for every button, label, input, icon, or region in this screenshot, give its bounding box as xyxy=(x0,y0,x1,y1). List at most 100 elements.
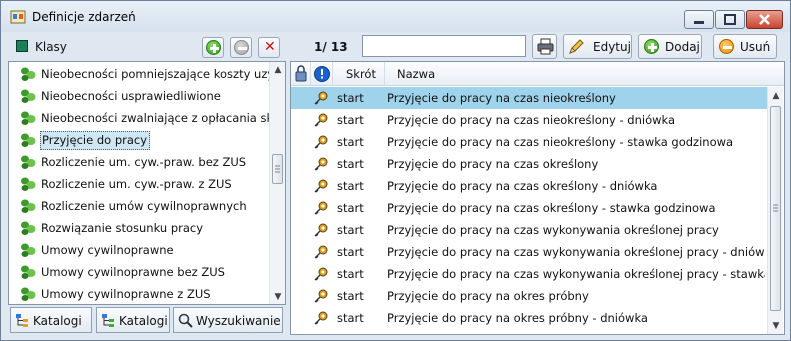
leaf-icon xyxy=(19,198,37,214)
classes-scrollbar[interactable]: ▲ ▼ xyxy=(269,62,285,304)
table-row[interactable]: start Przyjęcie do pracy na czas nieokreś… xyxy=(291,131,767,153)
tab-label: Katalogi xyxy=(33,314,82,328)
event-key-icon xyxy=(313,200,329,216)
class-list-item[interactable]: Nieobecności pomniejszające koszty uzysk xyxy=(9,63,269,85)
scroll-up-icon[interactable]: ▲ xyxy=(273,65,283,75)
cell-nazwa: Przyjęcie do pracy na czas wykonywania o… xyxy=(387,267,765,281)
class-list-item-label: Przyjęcie do pracy xyxy=(40,131,151,150)
tree-icon xyxy=(16,314,28,327)
app-icon xyxy=(10,10,26,24)
scroll-up-icon[interactable]: ▲ xyxy=(771,91,781,101)
cell-nazwa: Przyjęcie do pracy na czas wykonywania o… xyxy=(387,245,765,259)
table-scrollbar[interactable]: ▲ ▼ xyxy=(767,87,783,334)
delete-button[interactable]: Usuń xyxy=(713,34,777,59)
table-row[interactable]: start Przyjęcie do pracy na okres próbny xyxy=(291,285,767,307)
scroll-thumb[interactable] xyxy=(272,154,283,184)
class-list-item-label: Nieobecności usprawiedliwione xyxy=(41,89,221,103)
cell-skrot: start xyxy=(337,157,364,171)
minimize-icon xyxy=(694,21,704,24)
add-icon xyxy=(206,40,221,55)
class-list-item[interactable]: Rozliczenie umów cywilnoprawnych xyxy=(9,195,269,217)
table-row[interactable]: start Przyjęcie do pracy na czas określon… xyxy=(291,153,767,175)
cell-nazwa: Przyjęcie do pracy na czas wykonywania o… xyxy=(387,223,719,237)
print-button[interactable] xyxy=(532,34,557,59)
class-list-item[interactable]: Nieobecności usprawiedliwione xyxy=(9,85,269,107)
minimize-button[interactable] xyxy=(684,10,714,29)
cell-skrot: start xyxy=(337,311,364,325)
cell-nazwa: Przyjęcie do pracy na okres próbny - dni… xyxy=(387,311,648,325)
class-list-item[interactable]: Rozwiązanie stosunku pracy xyxy=(9,217,269,239)
search-input[interactable] xyxy=(362,35,526,57)
cell-skrot: start xyxy=(337,267,364,281)
scroll-down-icon[interactable]: ▼ xyxy=(273,292,283,302)
add-button[interactable]: Dodaj xyxy=(638,34,702,59)
class-list-item[interactable]: Umowy cywilnoprawne z ZUS xyxy=(9,283,269,304)
delete-icon xyxy=(719,39,734,54)
cell-nazwa: Przyjęcie do pracy na czas nieokreślony … xyxy=(387,113,676,127)
classes-label: Klasy xyxy=(35,40,67,54)
printer-icon xyxy=(537,38,554,55)
grip-icon xyxy=(275,165,280,173)
scroll-down-icon[interactable]: ▼ xyxy=(771,321,781,331)
table-row[interactable]: start Przyjęcie do pracy na czas nieokreś… xyxy=(291,109,767,131)
classes-toolbar: Klasy ✕ xyxy=(8,34,288,60)
class-list-item-label: Nieobecności zwalniające z opłacania skł… xyxy=(41,111,269,125)
tree-icon xyxy=(102,314,114,327)
grip-icon xyxy=(773,204,778,212)
leaf-icon xyxy=(19,110,37,126)
column-header-nazwa[interactable]: Nazwa xyxy=(385,62,784,86)
table-row[interactable]: start Przyjęcie do pracy na czas wykonywa… xyxy=(291,219,767,241)
leaf-icon xyxy=(19,132,37,148)
cell-skrot: start xyxy=(337,135,364,149)
class-list-item-label: Rozwiązanie stosunku pracy xyxy=(41,221,204,235)
leaf-icon xyxy=(19,264,37,280)
cell-nazwa: Przyjęcie do pracy na czas określony - d… xyxy=(387,179,658,193)
remove-class-button[interactable] xyxy=(230,37,252,58)
table-row[interactable]: start Przyjęcie do pracy na czas wykonywa… xyxy=(291,263,767,285)
class-list-item-label: Rozliczenie um. cyw.-praw. bez ZUS xyxy=(41,155,247,169)
cell-skrot: start xyxy=(337,91,364,105)
cell-nazwa: Przyjęcie do pracy na czas określony xyxy=(387,157,599,171)
table-row[interactable]: start Przyjęcie do pracy na okres próbny … xyxy=(291,307,767,329)
window: Definicje zdarzeń Klasy ✕ 1/ 13 Edytuj D… xyxy=(0,0,791,341)
table-row[interactable]: start Przyjęcie do pracy na czas nieokreś… xyxy=(291,87,767,109)
scroll-thumb[interactable] xyxy=(770,106,781,311)
lock-column-header[interactable] xyxy=(291,62,311,86)
table-row[interactable]: start Przyjęcie do pracy na czas określon… xyxy=(291,197,767,219)
maximize-icon xyxy=(724,14,736,25)
cell-nazwa: Przyjęcie do pracy na czas nieokreślony xyxy=(387,91,616,105)
class-list-item[interactable]: Umowy cywilnoprawne xyxy=(9,239,269,261)
add-button-label: Dodaj xyxy=(665,40,700,54)
class-list-item-label: Rozliczenie umów cywilnoprawnych xyxy=(41,199,247,213)
class-list-item-label: Umowy cywilnoprawne xyxy=(41,243,174,257)
info-column-header[interactable] xyxy=(311,62,333,86)
event-key-icon xyxy=(313,156,329,172)
delete-class-button[interactable]: ✕ xyxy=(258,37,280,58)
close-button[interactable] xyxy=(746,10,783,29)
leaf-icon xyxy=(19,154,37,170)
class-list-item[interactable]: Rozliczenie um. cyw.-praw. bez ZUS xyxy=(9,151,269,173)
class-list-item-label: Umowy cywilnoprawne bez ZUS xyxy=(41,265,225,279)
tab-wyszukiwanie[interactable]: Wyszukiwanie xyxy=(173,307,283,333)
class-list-item[interactable]: Rozliczenie um. cyw.-praw. z ZUS xyxy=(9,173,269,195)
maximize-button[interactable] xyxy=(715,10,745,29)
tab-katalogi-1[interactable]: Katalogi xyxy=(10,307,92,333)
magnifier-icon xyxy=(178,313,193,328)
class-list-item[interactable]: Nieobecności zwalniające z opłacania skł… xyxy=(9,107,269,129)
pencil-icon xyxy=(569,39,584,54)
edit-button[interactable]: Edytuj xyxy=(563,34,632,59)
table-row[interactable]: start Przyjęcie do pracy na czas wykonywa… xyxy=(291,241,767,263)
class-list-item[interactable]: Przyjęcie do pracy xyxy=(9,129,269,151)
class-list-item-label: Nieobecności pomniejszające koszty uzysk xyxy=(41,67,269,81)
class-list-item[interactable]: Umowy cywilnoprawne bez ZUS xyxy=(9,261,269,283)
table-row[interactable]: start Przyjęcie do pracy na czas określon… xyxy=(291,175,767,197)
event-key-icon xyxy=(313,112,329,128)
add-class-button[interactable] xyxy=(202,37,224,58)
column-header-skrot[interactable]: Skrót xyxy=(333,62,385,86)
tab-label: Wyszukiwanie xyxy=(196,314,281,328)
cell-skrot: start xyxy=(337,201,364,215)
tab-katalogi-2[interactable]: Katalogi xyxy=(96,307,170,333)
cell-skrot: start xyxy=(337,113,364,127)
delete-button-label: Usuń xyxy=(740,40,771,54)
tab-label: Katalogi xyxy=(119,314,168,328)
